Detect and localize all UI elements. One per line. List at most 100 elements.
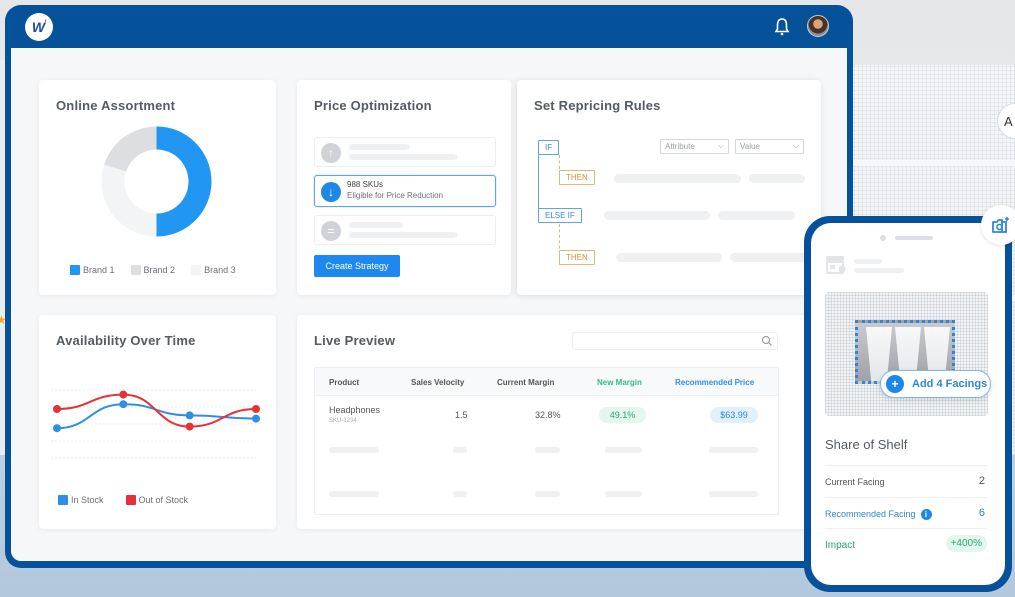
availability-line-chart [51,389,260,459]
legend-label: Brand 2 [143,265,176,275]
availability-card: Availability Over Time In Stock Out of S… [39,315,276,529]
legend-label: Brand 3 [204,265,236,275]
column-header-recommended-price[interactable]: Recommended Price [675,378,754,387]
recommended-facing-value: 6 [978,507,985,519]
legend-item-brand-3: Brand 3 [191,265,236,275]
equals-icon: = [321,221,341,241]
table-row-placeholder [315,491,778,499]
column-header-new-margin[interactable]: New Margin [597,378,642,387]
placeholder-bar [749,174,805,183]
price-option-reduction[interactable]: ↓ 988 SKUs Eligible for Price Reduction [314,175,496,207]
table-row[interactable]: Headphones SKU-1234 1.5 32.8% 49.1% $63.… [315,396,778,432]
data-point [119,390,128,399]
sku-description: Eligible for Price Reduction [347,191,444,200]
placeholder-bar [616,253,722,262]
search-input[interactable] [573,335,753,352]
series-line-out-of-stock [56,393,257,428]
recommended-facing-row: Recommended Facing i 6 [825,497,987,529]
placeholder-bar [614,174,741,183]
current-facing-row: Current Facing 2 [825,465,987,497]
column-header-product[interactable]: Product [329,378,359,387]
new-margin-pill: 49.1% [599,407,646,423]
current-facing-label: Current Facing [825,477,885,487]
table-header: Product Sales Velocity Current Margin Ne… [315,368,778,396]
attribute-select[interactable]: Attribute ⌵ [660,139,729,154]
value-select-value: Value [740,142,760,151]
donut-slice-brand-3 [101,164,157,237]
column-header-sales-velocity[interactable]: Sales Velocity [411,378,464,387]
rule-connector [538,155,539,215]
recommended-facing-text: Recommended Facing [825,509,916,519]
add-facings-button[interactable]: + Add 4 Facings [880,370,991,398]
plus-icon: + [886,375,904,393]
sku-count: 988 SKUs [347,180,384,189]
arrow-up-icon: ↑ [321,143,341,163]
legend-label: Out of Stock [138,495,189,505]
data-point [53,424,61,433]
placeholder-bar [854,259,882,264]
camera-plus-icon [992,217,1009,233]
attribute-select-value: Attribute [665,142,695,151]
camera-add-button[interactable] [981,205,1015,245]
chevron-down-icon: ⌵ [792,141,799,150]
column-header-current-margin[interactable]: Current Margin [497,378,554,387]
data-point [185,411,194,420]
top-bar: W ' [11,5,847,48]
legend-swatch [125,495,136,505]
add-facings-label: Add 4 Facings [912,378,988,390]
card-title: Set Repricing Rules [534,98,661,113]
app-window: W ' Online Assortment Brand 1 Brand 2 Bra… [5,5,853,568]
then-tag[interactable]: THEN [559,170,595,185]
mobile-screen: + Add 4 Facings Share of Shelf Current F… [811,223,1005,585]
card-title: Live Preview [314,333,396,348]
logo-mark: ' [44,18,47,28]
share-of-shelf-title: Share of Shelf [825,437,908,452]
value-select[interactable]: Value ⌵ [735,139,804,154]
info-icon[interactable]: i [920,509,932,520]
live-preview-card: Live Preview Product Sales Velocity Curr… [297,315,832,529]
product-sku: SKU-1234 [329,418,357,424]
store-location-icon [826,256,846,274]
impact-value: +400% [945,535,987,552]
legend-swatch [58,495,68,505]
current-facing-value: 2 [978,475,985,487]
product-name: Headphones [329,405,381,415]
price-optimization-card: Price Optimization ↑ ↓ 988 SKUs Eligible… [297,80,511,295]
recommended-price-pill: $63.99 [710,407,758,423]
placeholder-bar [854,268,904,273]
create-strategy-button[interactable]: Create Strategy [314,255,400,277]
legend-swatch [130,265,141,275]
phone-speaker [895,236,933,240]
legend-swatch [70,265,80,275]
data-point [252,414,260,423]
impact-row: Impact +400% [825,528,987,560]
card-title: Online Assortment [56,98,176,113]
mobile-device: + Add 4 Facings Share of Shelf Current F… [804,216,1012,592]
online-assortment-card: Online Assortment Brand 1 Brand 2 Brand … [39,80,276,295]
bell-icon[interactable] [773,17,791,37]
chevron-down-icon: ⌵ [717,141,724,150]
assortment-donut-chart [101,126,212,237]
else-if-tag[interactable]: ELSE IF [538,208,582,223]
price-option-maintain[interactable]: = [314,215,496,245]
arrow-down-icon: ↓ [321,182,341,202]
assortment-legend: Brand 1 Brand 2 Brand 3 [70,265,236,275]
sales-velocity-value: 1.5 [455,410,468,420]
search-icon[interactable] [761,335,773,347]
search-box [572,332,778,352]
current-margin-value: 32.8% [535,410,561,420]
data-point [185,422,194,431]
table-row-placeholder [315,447,778,455]
preview-table: Product Sales Velocity Current Margin Ne… [314,367,779,515]
donut-slice-brand-1 [156,126,212,237]
card-title: Price Optimization [314,98,432,113]
placeholder-bar [730,253,810,262]
app-logo[interactable]: W ' [25,13,53,41]
then-tag-2[interactable]: THEN [559,250,595,265]
repricing-rules-card: Set Repricing Rules IF THEN ELSE IF THEN… [517,80,821,295]
user-avatar[interactable] [807,15,829,37]
data-point [53,405,61,413]
if-tag[interactable]: IF [538,140,560,155]
price-option-increase[interactable]: ↑ [314,137,496,167]
legend-item-out-of-stock: Out of Stock [125,495,189,505]
